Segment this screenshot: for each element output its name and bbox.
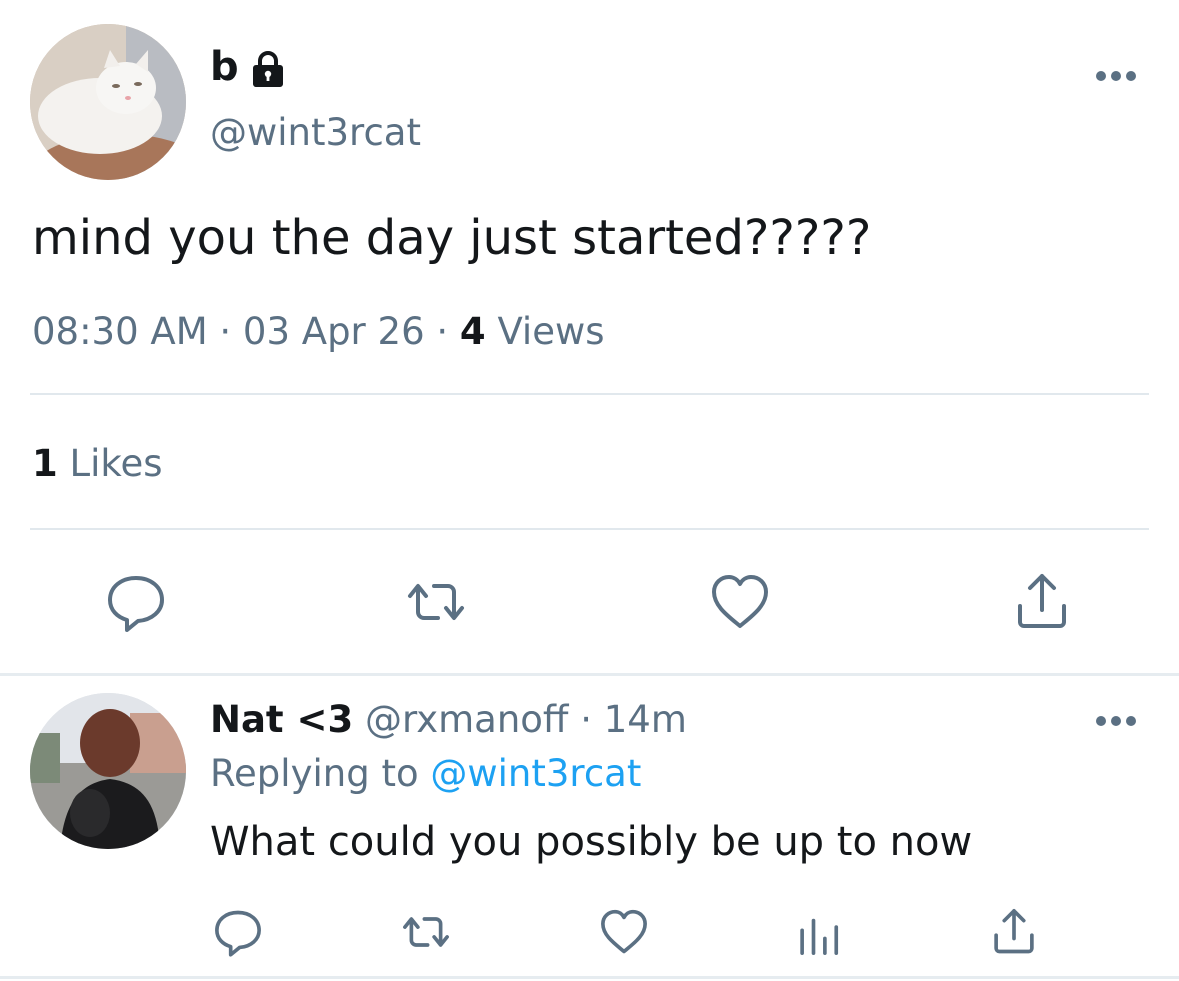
- more-icon[interactable]: [1094, 713, 1138, 732]
- like-icon[interactable]: [598, 906, 650, 962]
- views-count: 4: [459, 310, 486, 353]
- tweet-meta: 08:30 AM · 03 Apr 26 · 4 Views: [32, 306, 605, 358]
- user-handle[interactable]: @wint3rcat: [210, 108, 421, 158]
- retweet-icon[interactable]: [400, 906, 452, 962]
- retweet-icon[interactable]: [404, 570, 468, 638]
- bottom-border: [0, 976, 1179, 979]
- like-icon[interactable]: [708, 570, 772, 638]
- reply-icon[interactable]: [104, 570, 168, 638]
- tweet-separator: [0, 673, 1179, 676]
- display-name[interactable]: Nat <3: [210, 698, 353, 741]
- share-icon[interactable]: [1010, 570, 1074, 638]
- display-name[interactable]: b: [210, 40, 285, 94]
- more-icon[interactable]: [1094, 68, 1138, 87]
- replying-prefix: Replying to: [210, 752, 419, 795]
- lock-icon: [251, 48, 285, 87]
- likes-count: 1: [32, 442, 58, 485]
- analytics-icon[interactable]: [794, 906, 846, 962]
- separator: ·: [436, 310, 449, 353]
- tweet-time: 08:30 AM: [32, 310, 208, 353]
- person-avatar-image: [30, 693, 186, 849]
- tweet-date: 03 Apr 26: [242, 310, 425, 353]
- replying-to: Replying to @wint3rcat: [210, 748, 641, 800]
- share-icon[interactable]: [988, 906, 1040, 962]
- likes-stat[interactable]: 1 Likes: [32, 438, 163, 490]
- cat-avatar-image: [30, 24, 186, 180]
- reply-text: What could you possibly be up to now: [210, 819, 973, 865]
- likes-label: Likes: [69, 442, 163, 485]
- avatar[interactable]: [30, 693, 186, 849]
- tweet-text: mind you the day just started?????: [32, 210, 872, 266]
- separator: ·: [580, 698, 592, 741]
- divider: [30, 528, 1149, 530]
- tweet-time: 14m: [603, 698, 687, 741]
- separator: ·: [219, 310, 232, 353]
- reply-icon[interactable]: [212, 906, 264, 962]
- user-handle[interactable]: @rxmanoff: [365, 698, 568, 741]
- avatar[interactable]: [30, 24, 186, 180]
- views-label: Views: [497, 310, 605, 353]
- divider: [30, 393, 1149, 395]
- display-name-text: b: [210, 44, 239, 90]
- reply-header: Nat <3 @rxmanoff · 14m: [210, 694, 687, 746]
- replying-handle-link[interactable]: @wint3rcat: [430, 752, 641, 795]
